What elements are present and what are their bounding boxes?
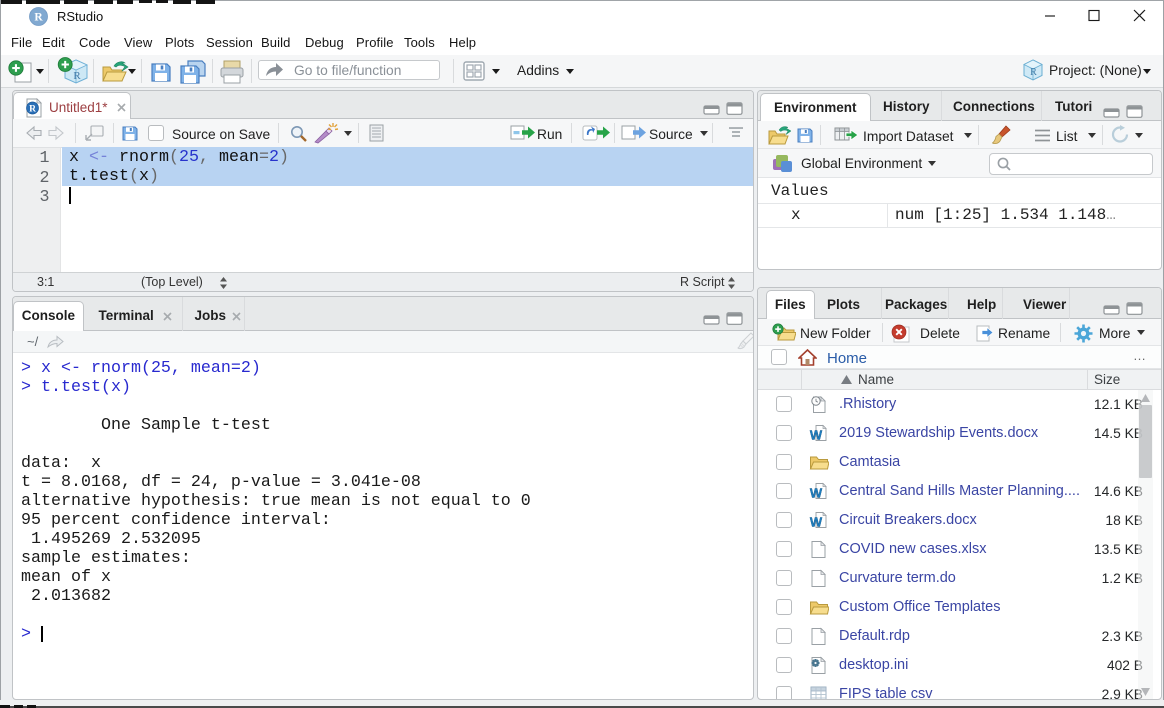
svg-text:R: R xyxy=(1030,67,1037,78)
svg-text:W: W xyxy=(810,515,823,530)
svg-text:W: W xyxy=(810,428,823,443)
svg-text:W: W xyxy=(810,486,823,501)
svg-text:R: R xyxy=(34,12,43,24)
svg-text:R: R xyxy=(29,105,36,115)
svg-text:R: R xyxy=(73,70,81,82)
